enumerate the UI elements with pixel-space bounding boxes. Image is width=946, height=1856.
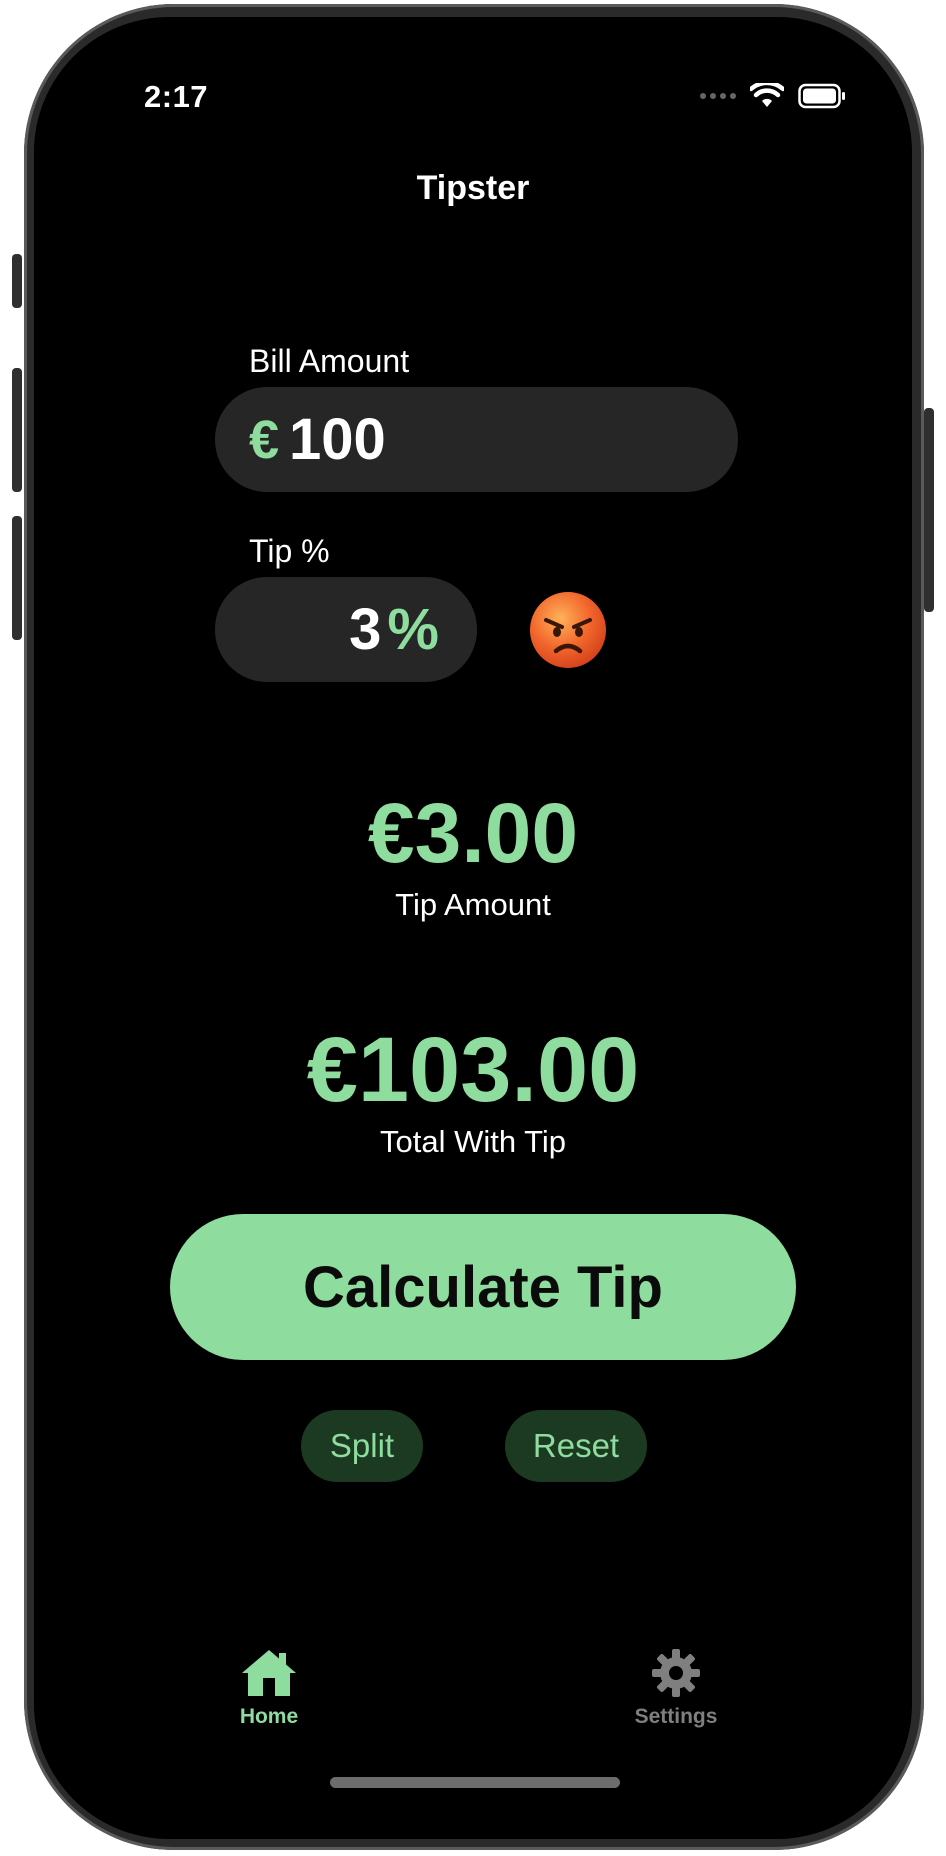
tab-home[interactable]: Home [189, 1647, 349, 1729]
total-with-tip-value: €103.00 [306, 1019, 640, 1121]
tab-settings-label: Settings [634, 1705, 718, 1728]
tip-amount-caption: Tip Amount [395, 887, 551, 922]
calculate-tip-button[interactable]: Calculate Tip [170, 1214, 796, 1360]
page-title: Tipster [416, 169, 530, 207]
house-icon [242, 1650, 296, 1696]
bill-amount-field[interactable]: € 100 [215, 387, 738, 492]
status-icons [700, 81, 846, 111]
tip-percent-label: Tip % [249, 533, 330, 569]
tip-amount-value: €3.00 [367, 786, 579, 880]
volume-down-button [12, 516, 22, 640]
currency-symbol: € [249, 409, 280, 470]
reset-button[interactable]: Reset [505, 1410, 647, 1482]
bill-amount-label: Bill Amount [249, 343, 410, 379]
status-time: 2:17 [144, 79, 209, 114]
app-screen: 2:17 Tipster Bill Amount € 100 Tip % 3 % [34, 17, 912, 1839]
battery-icon [798, 83, 845, 109]
silent-switch [12, 254, 22, 308]
power-button [924, 408, 934, 612]
home-indicator[interactable] [330, 1777, 620, 1788]
tip-percent-field[interactable]: 3 % [215, 577, 477, 682]
gear-icon [652, 1649, 700, 1697]
wifi-icon [750, 83, 784, 107]
tab-home-label: Home [239, 1705, 299, 1728]
cellular-signal-icon [700, 81, 736, 111]
tip-percent-input[interactable]: 3 [349, 596, 381, 663]
percent-symbol: % [387, 597, 439, 662]
volume-up-button [12, 368, 22, 492]
tab-settings[interactable]: Settings [596, 1647, 756, 1729]
bill-amount-input[interactable]: 100 [289, 406, 386, 473]
total-with-tip-caption: Total With Tip [379, 1124, 567, 1159]
angry-face-icon [528, 590, 608, 670]
split-button[interactable]: Split [301, 1410, 423, 1482]
